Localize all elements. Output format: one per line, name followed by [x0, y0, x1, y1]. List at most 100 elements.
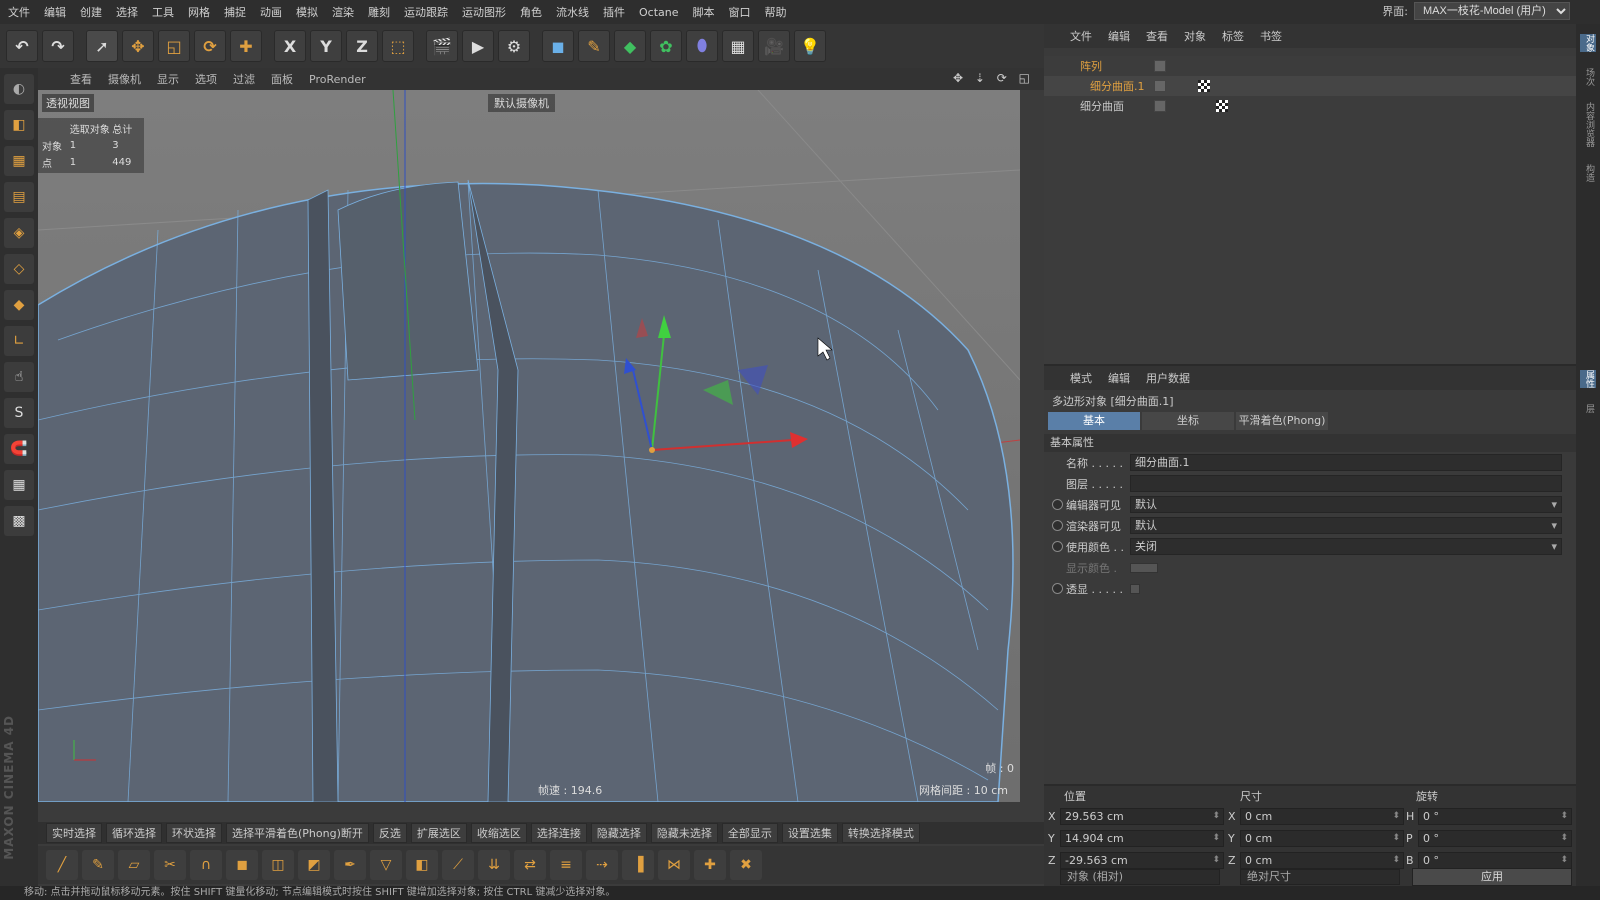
render-visible-dropdown[interactable]: 默认	[1130, 517, 1562, 534]
side-tab-layers[interactable]: 层	[1580, 404, 1596, 413]
x-axis-icon[interactable]: X	[274, 30, 306, 62]
move-icon[interactable]: ✥	[122, 30, 154, 62]
edges-mode-icon[interactable]: ◇	[4, 254, 34, 284]
coord-system-icon[interactable]: ⬚	[382, 30, 414, 62]
position-z-field[interactable]: -29.563 cm	[1060, 852, 1224, 869]
position-x-field[interactable]: 29.563 cm	[1060, 808, 1224, 825]
material-tag-icon[interactable]	[1198, 80, 1210, 92]
cube-icon[interactable]: ◼	[542, 30, 574, 62]
rotation-b-field[interactable]: 0 °	[1418, 852, 1572, 869]
attr-menu-userdata[interactable]: 用户数据	[1146, 370, 1190, 386]
menu-motion-tracker[interactable]: 运动跟踪	[404, 4, 448, 20]
transform-icon[interactable]: ✚	[230, 30, 262, 62]
polygon-pen-icon[interactable]: ▽	[370, 850, 402, 880]
obj-menu-file[interactable]: 文件	[1070, 28, 1092, 44]
use-color-dropdown[interactable]: 关闭	[1130, 538, 1562, 555]
edge-cut-icon[interactable]: ⇢	[586, 850, 618, 880]
menu-script[interactable]: 脚本	[693, 4, 715, 20]
shrink-selection-button[interactable]: 收缩选区	[470, 823, 527, 843]
y-axis-icon[interactable]: Y	[310, 30, 342, 62]
extrude-icon[interactable]: ◼	[226, 850, 258, 880]
camera-icon[interactable]: 🎥	[758, 30, 790, 62]
loop-selection-button[interactable]: 循环选择	[106, 823, 162, 843]
bridge-icon[interactable]: ◧	[406, 850, 438, 880]
array-icon[interactable]: ✿	[650, 30, 682, 62]
interface-dropdown[interactable]: MAX一枝花-Model (用户)	[1414, 2, 1570, 20]
attr-menu-mode[interactable]: 模式	[1070, 370, 1092, 386]
object-row-subdivision[interactable]: 细分曲面	[1044, 96, 1576, 116]
inner-extrude-icon[interactable]: ◫	[262, 850, 294, 880]
melt-icon[interactable]: ✖	[730, 850, 762, 880]
convert-selection-button[interactable]: 转换选择模式	[841, 823, 920, 843]
tab-phong[interactable]: 平滑着色(Phong)	[1236, 412, 1328, 430]
select-icon[interactable]: ➚	[86, 30, 118, 62]
stitch-icon[interactable]: ⇊	[478, 850, 510, 880]
light-icon[interactable]: 💡	[794, 30, 826, 62]
menu-snap[interactable]: 捕捉	[224, 4, 246, 20]
workplane-icon[interactable]: ▤	[4, 182, 34, 212]
menu-pipeline[interactable]: 流水线	[556, 4, 589, 20]
rotation-p-field[interactable]: 0 °	[1418, 830, 1572, 847]
render-view-icon[interactable]: 🎬	[426, 30, 458, 62]
plane-cut-icon[interactable]: ▱	[118, 850, 150, 880]
size-x-field[interactable]: 0 cm	[1240, 808, 1404, 825]
vp-menu-panel[interactable]: 面板	[271, 71, 293, 87]
vp-menu-camera[interactable]: 摄像机	[108, 71, 141, 87]
side-tab-attributes[interactable]: 属性	[1580, 370, 1596, 388]
magnet-icon[interactable]: 🧲	[4, 434, 34, 464]
weld-icon[interactable]: ⟋	[442, 850, 474, 880]
line-cut-icon[interactable]: ╱	[46, 850, 78, 880]
obj-menu-view[interactable]: 查看	[1146, 28, 1168, 44]
animate-radio[interactable]	[1052, 541, 1063, 552]
menu-mesh[interactable]: 网格	[188, 4, 210, 20]
rotation-h-field[interactable]: 0 °	[1418, 808, 1572, 825]
size-y-field[interactable]: 0 cm	[1240, 830, 1404, 847]
scale-icon[interactable]: ◱	[158, 30, 190, 62]
pen-icon[interactable]: ✎	[578, 30, 610, 62]
tab-coordinates[interactable]: 坐标	[1142, 412, 1234, 430]
menu-file[interactable]: 文件	[8, 4, 30, 20]
floor-icon[interactable]: ▦	[722, 30, 754, 62]
side-tab-objects[interactable]: 对象	[1580, 34, 1596, 52]
iron-icon[interactable]: ≡	[550, 850, 582, 880]
live-selection-button[interactable]: 实时选择	[46, 823, 102, 843]
menu-octane[interactable]: Octane	[639, 6, 679, 19]
knife-icon[interactable]: ✂	[154, 850, 186, 880]
vp-menu-display[interactable]: 显示	[157, 71, 179, 87]
phong-break-selection-button[interactable]: 选择平滑着色(Phong)断开	[226, 823, 369, 843]
hide-selected-button[interactable]: 隐藏选择	[590, 823, 647, 843]
menu-edit[interactable]: 编辑	[44, 4, 66, 20]
viewport-nav-icons[interactable]: ✥ ⇣ ⟳ ◱	[953, 71, 1034, 85]
redo-icon[interactable]: ↷	[42, 30, 74, 62]
grid-lock-icon[interactable]: ▦	[4, 470, 34, 500]
connect-icon[interactable]: ⋈	[658, 850, 690, 880]
menu-plugins[interactable]: 插件	[603, 4, 625, 20]
obj-menu-tags[interactable]: 标签	[1222, 28, 1244, 44]
points-mode-icon[interactable]: ◈	[4, 218, 34, 248]
menu-window[interactable]: 窗口	[729, 4, 751, 20]
viewport-camera-label[interactable]: 默认摄像机	[488, 94, 555, 112]
menu-mograph[interactable]: 运动图形	[462, 4, 506, 20]
name-field[interactable]: 细分曲面.1	[1130, 454, 1562, 471]
obj-menu-edit[interactable]: 编辑	[1108, 28, 1130, 44]
animate-radio[interactable]	[1052, 499, 1063, 510]
bevel-icon[interactable]: ◩	[298, 850, 330, 880]
grow-selection-button[interactable]: 扩展选区	[410, 823, 467, 843]
select-connected-button[interactable]: 选择连接	[530, 823, 587, 843]
menu-select[interactable]: 选择	[116, 4, 138, 20]
workplane-lock-icon[interactable]: ▩	[4, 506, 34, 536]
position-y-field[interactable]: 14.904 cm	[1060, 830, 1224, 847]
undo-icon[interactable]: ↶	[6, 30, 38, 62]
optimize-icon[interactable]: ✚	[694, 850, 726, 880]
side-tab-takes[interactable]: 场次	[1580, 68, 1596, 86]
menu-render[interactable]: 渲染	[332, 4, 354, 20]
set-selection-button[interactable]: 设置选集	[781, 823, 838, 843]
editor-visible-dropdown[interactable]: 默认	[1130, 496, 1562, 513]
axis-icon[interactable]: ∟	[4, 326, 34, 356]
invert-selection-button[interactable]: 反选	[372, 823, 407, 843]
tweak-icon[interactable]: ☝	[4, 362, 34, 392]
menu-tools[interactable]: 工具	[152, 4, 174, 20]
deformer-icon[interactable]: ⬮	[686, 30, 718, 62]
obj-menu-objects[interactable]: 对象	[1184, 28, 1206, 44]
size-z-field[interactable]: 0 cm	[1240, 852, 1404, 869]
